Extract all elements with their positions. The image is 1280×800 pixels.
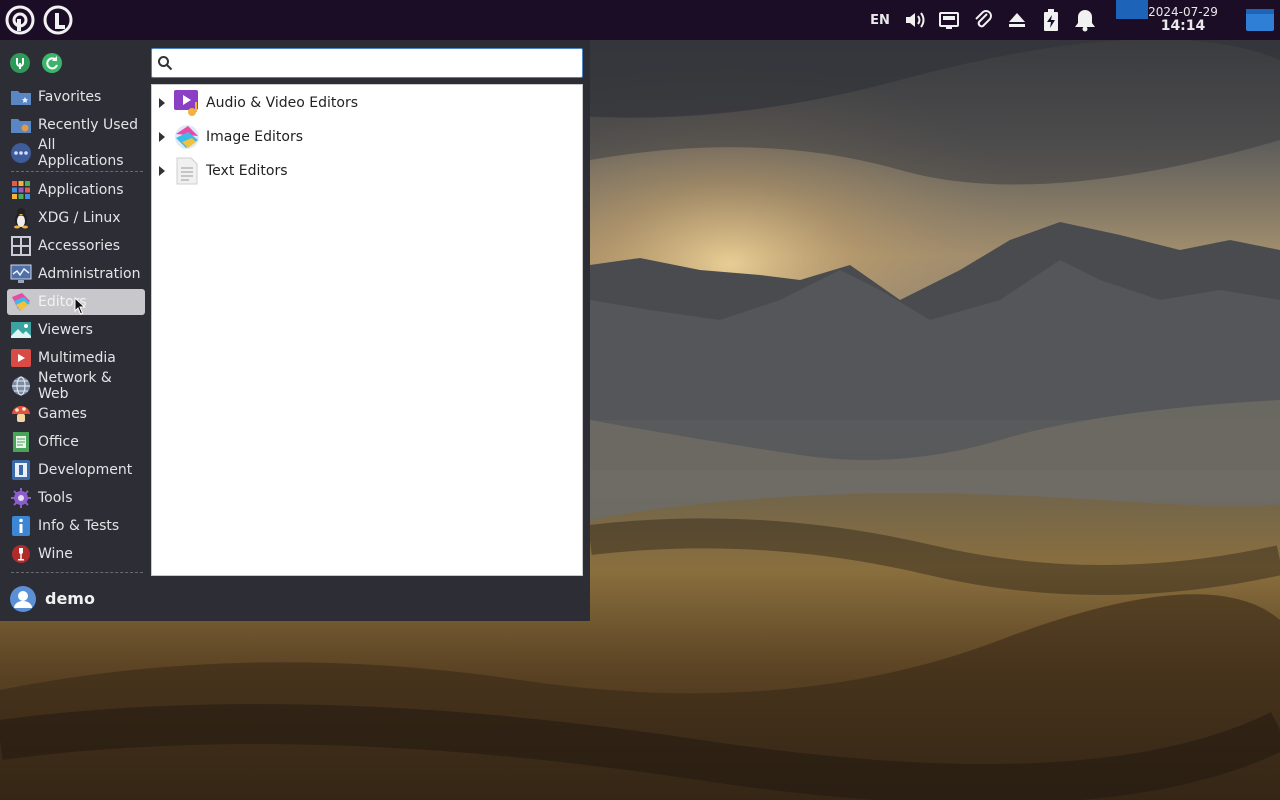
category-separator: [11, 572, 143, 573]
user-name: demo: [45, 589, 95, 608]
search-box[interactable]: [151, 48, 583, 78]
category-wine[interactable]: Wine: [7, 541, 145, 567]
editors-icon: [10, 291, 32, 313]
user-bar: demo: [0, 576, 590, 621]
clock[interactable]: 2024-07-29 14:14: [1126, 0, 1240, 40]
category-label: Multimedia: [38, 350, 116, 366]
show-desktop-icon[interactable]: [1240, 0, 1280, 40]
grid-icon: [10, 179, 32, 201]
category-label: Accessories: [38, 238, 121, 254]
category-label: Tools: [38, 490, 73, 506]
category-label: Viewers: [38, 322, 93, 338]
category-label: Recently Used: [38, 117, 139, 133]
tools-icon: [10, 487, 32, 509]
development-icon: [10, 459, 32, 481]
app-label: Audio & Video Editors: [206, 95, 359, 111]
keyboard-layout-indicator[interactable]: EN: [862, 0, 898, 40]
folder-clock-icon: [10, 114, 32, 136]
battery-charging-icon[interactable]: [1034, 0, 1068, 40]
category-applications[interactable]: Applications: [7, 177, 145, 203]
category-separator: [11, 171, 143, 172]
user-avatar-icon[interactable]: [9, 585, 37, 613]
category-label: Administration: [38, 266, 141, 282]
app-menu-logo-icon[interactable]: [2, 2, 38, 38]
category-multimedia[interactable]: Multimedia: [7, 345, 145, 371]
application-menu: Favorites Recently Used All Applications…: [0, 40, 590, 621]
category-list: Favorites Recently Used All Applications…: [7, 83, 147, 575]
eject-icon[interactable]: [1000, 0, 1034, 40]
search-icon: [152, 49, 178, 77]
category-label: Office: [38, 434, 79, 450]
category-label: Games: [38, 406, 87, 422]
volume-icon[interactable]: [898, 0, 932, 40]
accessories-icon: [10, 235, 32, 257]
category-label: Info & Tests: [38, 518, 120, 534]
category-label: Wine: [38, 546, 73, 562]
category-label: Network & Web: [38, 370, 112, 402]
app-row-audio-video-editors[interactable]: Audio & Video Editors: [152, 86, 582, 120]
menu-action-icons: [8, 51, 64, 75]
audio-video-editor-icon: [172, 88, 202, 118]
top-panel: EN 2024-07-29 14:14: [0, 0, 1280, 40]
notification-bell-icon[interactable]: [1068, 0, 1102, 40]
all-apps-dots-icon: [10, 142, 32, 164]
app-label: Text Editors: [206, 163, 288, 179]
image-viewer-icon: [10, 319, 32, 341]
app-label: Image Editors: [206, 129, 304, 145]
category-label: XDG / Linux: [38, 210, 121, 226]
system-monitor-icon: [10, 263, 32, 285]
category-info-tests[interactable]: Info & Tests: [7, 513, 145, 539]
app-menu-logo-icon[interactable]: [40, 2, 76, 38]
category-accessories[interactable]: Accessories: [7, 233, 145, 259]
folder-star-icon: [10, 86, 32, 108]
app-row-text-editors[interactable]: Text Editors: [152, 154, 582, 188]
wine-icon: [10, 543, 32, 565]
refresh-icon[interactable]: [40, 51, 64, 75]
category-recently-used[interactable]: Recently Used: [7, 112, 145, 138]
globe-icon: [10, 375, 32, 397]
category-network-web[interactable]: Network & Web: [7, 370, 145, 402]
category-all-applications[interactable]: All Applications: [7, 137, 145, 169]
info-icon: [10, 515, 32, 537]
category-office[interactable]: Office: [7, 429, 145, 455]
category-label: Development: [38, 462, 133, 478]
search-input[interactable]: [178, 50, 582, 76]
expand-arrow-icon[interactable]: [152, 132, 172, 142]
system-tray: EN 2024-07-29 14:14: [862, 0, 1280, 40]
category-label: All Applications: [38, 137, 124, 169]
expand-arrow-icon[interactable]: [152, 166, 172, 176]
category-label: Favorites: [38, 89, 102, 105]
clock-time: 14:14: [1160, 17, 1206, 34]
category-games[interactable]: Games: [7, 401, 145, 427]
category-viewers[interactable]: Viewers: [7, 317, 145, 343]
mushroom-icon: [10, 403, 32, 425]
video-icon: [10, 347, 32, 369]
category-favorites[interactable]: Favorites: [7, 84, 145, 110]
category-xdg-linux[interactable]: XDG / Linux: [7, 205, 145, 231]
applications-pane: Audio & Video Editors Image Editors Text…: [151, 84, 583, 576]
image-editor-icon: [172, 122, 202, 152]
mouse-cursor-icon: [74, 296, 86, 315]
network-icon[interactable]: [932, 0, 966, 40]
category-development[interactable]: Development: [7, 457, 145, 483]
document-icon: [10, 431, 32, 453]
category-administration[interactable]: Administration: [7, 261, 145, 287]
tux-icon: [10, 207, 32, 229]
clipboard-icon[interactable]: [966, 0, 1000, 40]
settings-manager-icon[interactable]: [8, 51, 32, 75]
category-tools[interactable]: Tools: [7, 485, 145, 511]
expand-arrow-icon[interactable]: [152, 98, 172, 108]
app-row-image-editors[interactable]: Image Editors: [152, 120, 582, 154]
text-editor-icon: [172, 156, 202, 186]
category-label: Applications: [38, 182, 124, 198]
